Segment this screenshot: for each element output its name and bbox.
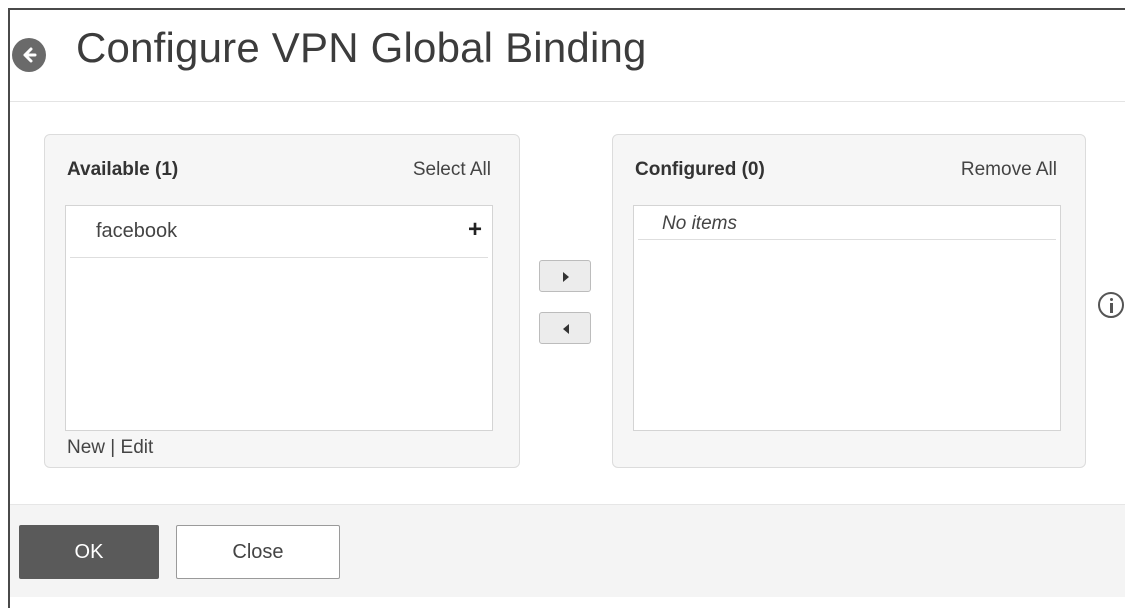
empty-list-text: No items xyxy=(662,213,737,234)
select-all-link[interactable]: Select All xyxy=(413,159,491,181)
triangle-left-icon xyxy=(563,324,569,334)
list-item[interactable]: facebook + xyxy=(70,206,488,258)
add-selected-button[interactable] xyxy=(539,260,591,292)
close-button[interactable]: Close xyxy=(176,525,340,579)
new-link[interactable]: New xyxy=(67,437,105,458)
edit-link[interactable]: Edit xyxy=(121,437,154,458)
empty-list-row: No items xyxy=(638,206,1056,240)
info-icon[interactable] xyxy=(1098,292,1124,318)
triangle-right-icon xyxy=(563,272,569,282)
page-title: Configure VPN Global Binding xyxy=(76,24,647,71)
dialog-header: Configure VPN Global Binding xyxy=(10,10,1125,102)
back-arrow-icon[interactable] xyxy=(12,38,46,72)
footer-strip xyxy=(10,597,1125,608)
remove-selected-button[interactable] xyxy=(539,312,591,344)
dialog-footer: OK Close xyxy=(10,504,1125,608)
configured-panel: Configured (0) Remove All No items xyxy=(612,134,1086,468)
configured-list: No items xyxy=(633,205,1061,431)
available-title: Available (1) xyxy=(67,159,179,180)
link-separator: | xyxy=(110,437,116,458)
dialog-frame: Configure VPN Global Binding Available (… xyxy=(8,8,1125,608)
ok-button[interactable]: OK xyxy=(19,525,159,579)
available-list: facebook + xyxy=(65,205,493,431)
configured-title: Configured (0) xyxy=(635,159,765,180)
remove-all-link[interactable]: Remove All xyxy=(961,159,1057,181)
add-item-icon[interactable]: + xyxy=(468,216,482,244)
list-item-label: facebook xyxy=(96,220,178,242)
new-edit-links: New | Edit xyxy=(67,437,153,459)
available-panel: Available (1) Select All facebook + New … xyxy=(44,134,520,468)
